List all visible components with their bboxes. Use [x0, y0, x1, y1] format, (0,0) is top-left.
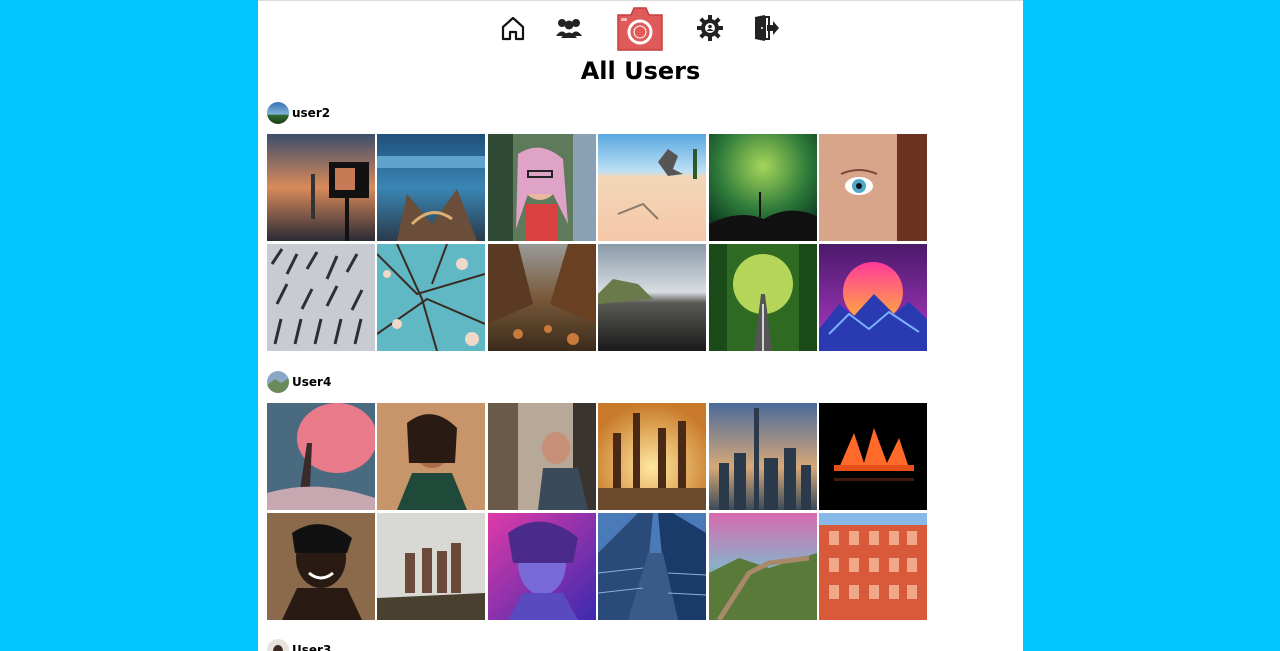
avatar	[267, 102, 289, 124]
photo-grid	[267, 134, 927, 351]
photo-grid	[267, 403, 927, 620]
photo-thumbnail[interactable]	[487, 244, 596, 351]
photo-thumbnail[interactable]	[598, 403, 707, 510]
photo-thumbnail[interactable]	[377, 513, 486, 620]
photo-thumbnail[interactable]	[598, 134, 707, 241]
photo-thumbnail[interactable]	[377, 244, 486, 351]
top-nav	[258, 1, 1023, 57]
home-icon	[501, 16, 525, 41]
photo-thumbnail[interactable]	[708, 134, 817, 241]
nav-home[interactable]	[498, 13, 528, 43]
photo-thumbnail[interactable]	[267, 134, 375, 241]
photo-thumbnail[interactable]	[818, 403, 927, 510]
user-header[interactable]: User4	[267, 371, 927, 393]
user-name: user2	[292, 106, 331, 120]
user-name: User3	[292, 643, 332, 651]
nav-settings[interactable]	[695, 13, 725, 43]
photo-thumbnail[interactable]	[598, 244, 707, 351]
user-header[interactable]: user2	[267, 102, 927, 124]
user-header[interactable]: User3	[267, 639, 331, 651]
settings-icon	[697, 15, 723, 41]
page-panel: All Users user2 User4 User3	[258, 0, 1023, 651]
photo-thumbnail[interactable]	[708, 403, 817, 510]
photo-thumbnail[interactable]	[818, 513, 927, 620]
photo-thumbnail[interactable]	[487, 134, 596, 241]
photo-thumbnail[interactable]	[267, 244, 375, 351]
users-icon	[556, 19, 582, 38]
logout-icon	[755, 15, 779, 41]
camera-icon	[617, 7, 663, 51]
page-title: All Users	[580, 57, 701, 85]
user-name: User4	[292, 375, 332, 389]
photo-thumbnail[interactable]	[818, 134, 927, 241]
photo-thumbnail[interactable]	[708, 244, 817, 351]
photo-thumbnail[interactable]	[487, 513, 596, 620]
avatar	[267, 371, 289, 393]
user-section: User3	[267, 639, 331, 651]
photo-thumbnail[interactable]	[598, 513, 707, 620]
photo-thumbnail[interactable]	[487, 403, 596, 510]
nav-logout[interactable]	[751, 13, 781, 43]
photo-thumbnail[interactable]	[818, 244, 927, 351]
photo-thumbnail[interactable]	[377, 134, 486, 241]
photo-thumbnail[interactable]	[377, 403, 486, 510]
nav-camera[interactable]	[614, 3, 666, 53]
avatar	[267, 639, 289, 651]
user-section: user2	[267, 102, 927, 351]
user-section: User4	[267, 371, 927, 620]
nav-users[interactable]	[554, 13, 584, 43]
photo-thumbnail[interactable]	[708, 513, 817, 620]
photo-thumbnail[interactable]	[267, 513, 375, 620]
photo-thumbnail[interactable]	[267, 403, 375, 510]
